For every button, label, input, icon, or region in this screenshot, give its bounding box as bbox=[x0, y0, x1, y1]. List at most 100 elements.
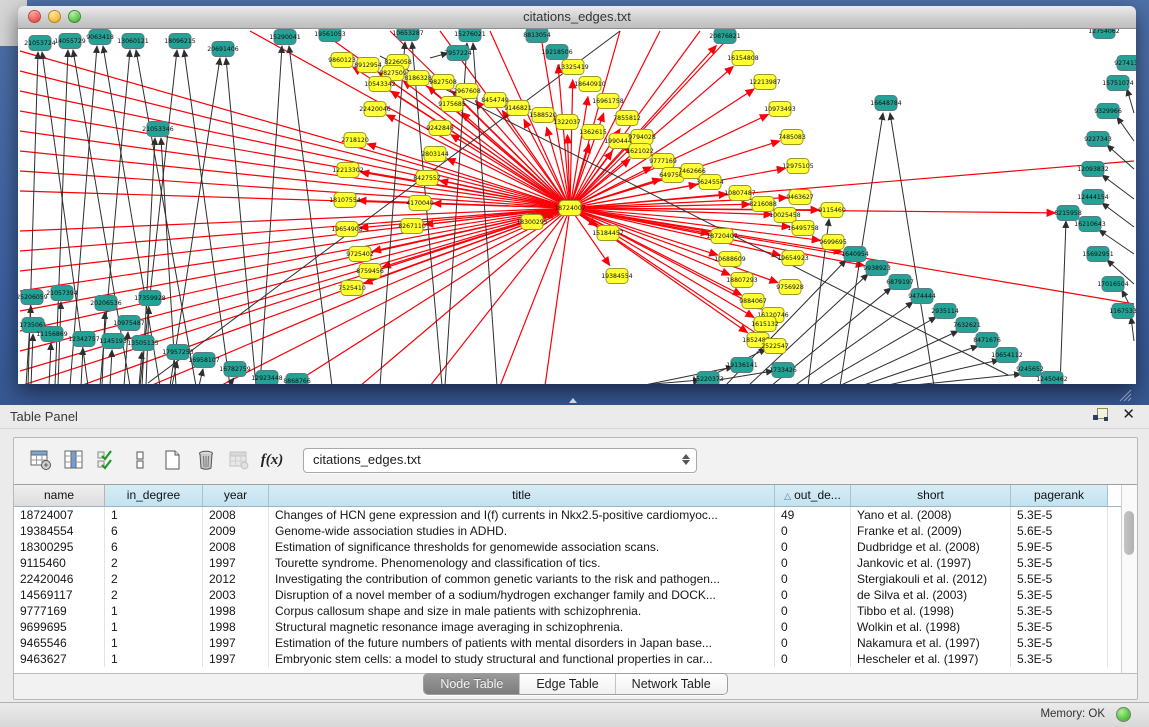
graph-node[interactable]: 12342757 bbox=[68, 332, 100, 347]
new-table-icon[interactable] bbox=[160, 447, 186, 473]
cell-name[interactable]: 9465546 bbox=[14, 635, 105, 651]
row-height-icon[interactable] bbox=[127, 447, 153, 473]
graph-node[interactable]: 21053346 bbox=[142, 122, 174, 137]
cell-in_degree[interactable]: 1 bbox=[105, 603, 203, 619]
graph-node[interactable]: 18107554 bbox=[329, 193, 361, 208]
graph-node[interactable]: 12213302 bbox=[332, 163, 364, 178]
network-canvas[interactable]: 2105372414055729906341813060121180962152… bbox=[18, 29, 1136, 384]
tab-network-table[interactable]: Network Table bbox=[615, 674, 727, 694]
cell-out_degree[interactable]: 0 bbox=[775, 523, 851, 539]
cell-title[interactable]: Estimation of the future numbers of pati… bbox=[269, 635, 775, 651]
graph-node[interactable]: 3624554 bbox=[696, 175, 724, 190]
graph-node[interactable]: 7957224 bbox=[444, 46, 472, 61]
cell-year[interactable]: 1997 bbox=[203, 651, 269, 667]
graph-node[interactable]: 4170040 bbox=[406, 196, 434, 211]
graph-node[interactable]: 10688609 bbox=[714, 252, 746, 267]
graph-node[interactable]: 2935114 bbox=[931, 304, 959, 319]
graph-node[interactable]: 2718120 bbox=[341, 133, 369, 148]
graph-node[interactable]: 14055729 bbox=[54, 34, 86, 49]
graph-node[interactable]: 19384554 bbox=[601, 269, 633, 284]
cell-in_degree[interactable]: 2 bbox=[105, 587, 203, 603]
graph-node[interactable]: 16495758 bbox=[787, 221, 819, 236]
graph-node[interactable]: 16782759 bbox=[219, 362, 251, 377]
table-row[interactable]: 946362711997Embryonic stem cells: a mode… bbox=[14, 651, 1137, 667]
cell-pagerank[interactable]: 5.3E-5 bbox=[1011, 619, 1108, 635]
graph-node[interactable]: 2803144 bbox=[421, 147, 449, 162]
cell-name[interactable]: 9115460 bbox=[14, 555, 105, 571]
graph-node[interactable]: 9777169 bbox=[649, 154, 677, 169]
graph-node[interactable]: 15220373 bbox=[692, 372, 724, 385]
cell-short[interactable]: Tibbo et al. (1998) bbox=[851, 603, 1011, 619]
cell-name[interactable]: 19384554 bbox=[14, 523, 105, 539]
column-header-out_degree[interactable]: △out_de... bbox=[775, 485, 851, 506]
graph-node[interactable]: 1145193 bbox=[99, 334, 127, 349]
graph-node[interactable]: 7525410 bbox=[338, 281, 366, 296]
cell-year[interactable]: 2008 bbox=[203, 539, 269, 555]
graph-node[interactable]: 8215958 bbox=[1054, 206, 1082, 221]
graph-node[interactable]: 25206059 bbox=[18, 290, 48, 305]
graph-node[interactable]: 9794028 bbox=[628, 130, 656, 145]
cell-out_degree[interactable]: 0 bbox=[775, 571, 851, 587]
graph-node[interactable]: 17359928 bbox=[134, 291, 166, 306]
cell-short[interactable]: Jankovic et al. (1997) bbox=[851, 555, 1011, 571]
graph-node[interactable]: 8267110 bbox=[398, 219, 426, 234]
graph-node[interactable]: 9146821 bbox=[504, 101, 532, 116]
graph-node[interactable]: 19654923 bbox=[777, 251, 809, 266]
graph-node[interactable]: 12213987 bbox=[749, 75, 781, 90]
network-window-titlebar[interactable]: citations_edges.txt bbox=[18, 6, 1136, 29]
graph-node[interactable]: 9242848 bbox=[426, 121, 454, 136]
graph-node[interactable]: 19654908 bbox=[331, 222, 363, 237]
graph-node[interactable]: 8912954 bbox=[354, 58, 382, 73]
cell-name[interactable]: 9777169 bbox=[14, 603, 105, 619]
graph-node[interactable]: 7632621 bbox=[953, 318, 981, 333]
table-vertical-scrollbar[interactable] bbox=[1121, 485, 1137, 673]
cell-title[interactable]: Investigating the contribution of common… bbox=[269, 571, 775, 587]
graph-node[interactable]: 1322037 bbox=[553, 115, 581, 130]
graph-node[interactable]: 9699695 bbox=[819, 235, 847, 250]
cell-short[interactable]: Franke et al. (2009) bbox=[851, 523, 1011, 539]
cell-title[interactable]: Changes of HCN gene expression and I(f) … bbox=[269, 507, 775, 523]
graph-node[interactable]: 1615132 bbox=[751, 317, 779, 332]
cell-title[interactable]: Tourette syndrome. Phenomenology and cla… bbox=[269, 555, 775, 571]
graph-node[interactable]: 10653287 bbox=[392, 29, 424, 41]
graph-node[interactable]: 9245652 bbox=[1016, 362, 1044, 377]
table-row[interactable]: 969969511998Structural magnetic resonanc… bbox=[14, 619, 1137, 635]
graph-node[interactable]: 8186328 bbox=[404, 71, 432, 86]
cell-in_degree[interactable]: 1 bbox=[105, 635, 203, 651]
function-builder-icon[interactable]: f(x) bbox=[259, 447, 285, 473]
graph-node[interactable]: 16961758 bbox=[592, 94, 624, 109]
column-header-short[interactable]: short bbox=[851, 485, 1011, 506]
graph-node[interactable]: 9274134 bbox=[1114, 56, 1136, 71]
table-row[interactable]: 1456911722003Disruption of a novel membe… bbox=[14, 587, 1137, 603]
cell-pagerank[interactable]: 5.3E-5 bbox=[1011, 587, 1108, 603]
cell-name[interactable]: 14569117 bbox=[14, 587, 105, 603]
graph-node[interactable]: 2522547 bbox=[761, 339, 789, 354]
graph-node[interactable]: 19136141 bbox=[726, 358, 758, 373]
cell-pagerank[interactable]: 5.3E-5 bbox=[1011, 603, 1108, 619]
cell-out_degree[interactable]: 49 bbox=[775, 507, 851, 523]
graph-node[interactable]: 12093832 bbox=[1077, 162, 1109, 177]
float-panel-icon[interactable] bbox=[1093, 408, 1108, 422]
graph-node[interactable]: 19561053 bbox=[314, 29, 346, 42]
table-row[interactable]: 911546021997Tourette syndrome. Phenomeno… bbox=[14, 555, 1137, 571]
graph-node[interactable]: 10975487 bbox=[113, 316, 145, 331]
cell-out_degree[interactable]: 0 bbox=[775, 635, 851, 651]
graph-node[interactable]: 21053724 bbox=[24, 36, 56, 51]
graph-node[interactable]: 18807293 bbox=[726, 273, 758, 288]
graph-node[interactable]: 9227343 bbox=[1084, 132, 1112, 147]
graph-node[interactable]: 9474444 bbox=[908, 289, 936, 304]
graph-node[interactable]: 20206536 bbox=[90, 296, 122, 311]
graph-node[interactable]: 9756928 bbox=[776, 280, 804, 295]
cell-name[interactable]: 9699695 bbox=[14, 619, 105, 635]
graph-node[interactable]: 8868766 bbox=[283, 374, 311, 385]
graph-node[interactable]: 7485083 bbox=[778, 130, 806, 145]
graph-node[interactable]: 16648784 bbox=[870, 96, 902, 111]
cell-in_degree[interactable]: 1 bbox=[105, 619, 203, 635]
graph-node[interactable]: 6879197 bbox=[886, 275, 914, 290]
cell-short[interactable]: Nakamura et al. (1997) bbox=[851, 635, 1011, 651]
graph-node[interactable]: 9860123 bbox=[328, 53, 356, 68]
cell-title[interactable]: Structural magnetic resonance image aver… bbox=[269, 619, 775, 635]
graph-node[interactable]: 12444154 bbox=[1077, 190, 1109, 205]
tab-node-table[interactable]: Node Table bbox=[424, 674, 519, 694]
graph-node[interactable]: 10807487 bbox=[724, 186, 756, 201]
